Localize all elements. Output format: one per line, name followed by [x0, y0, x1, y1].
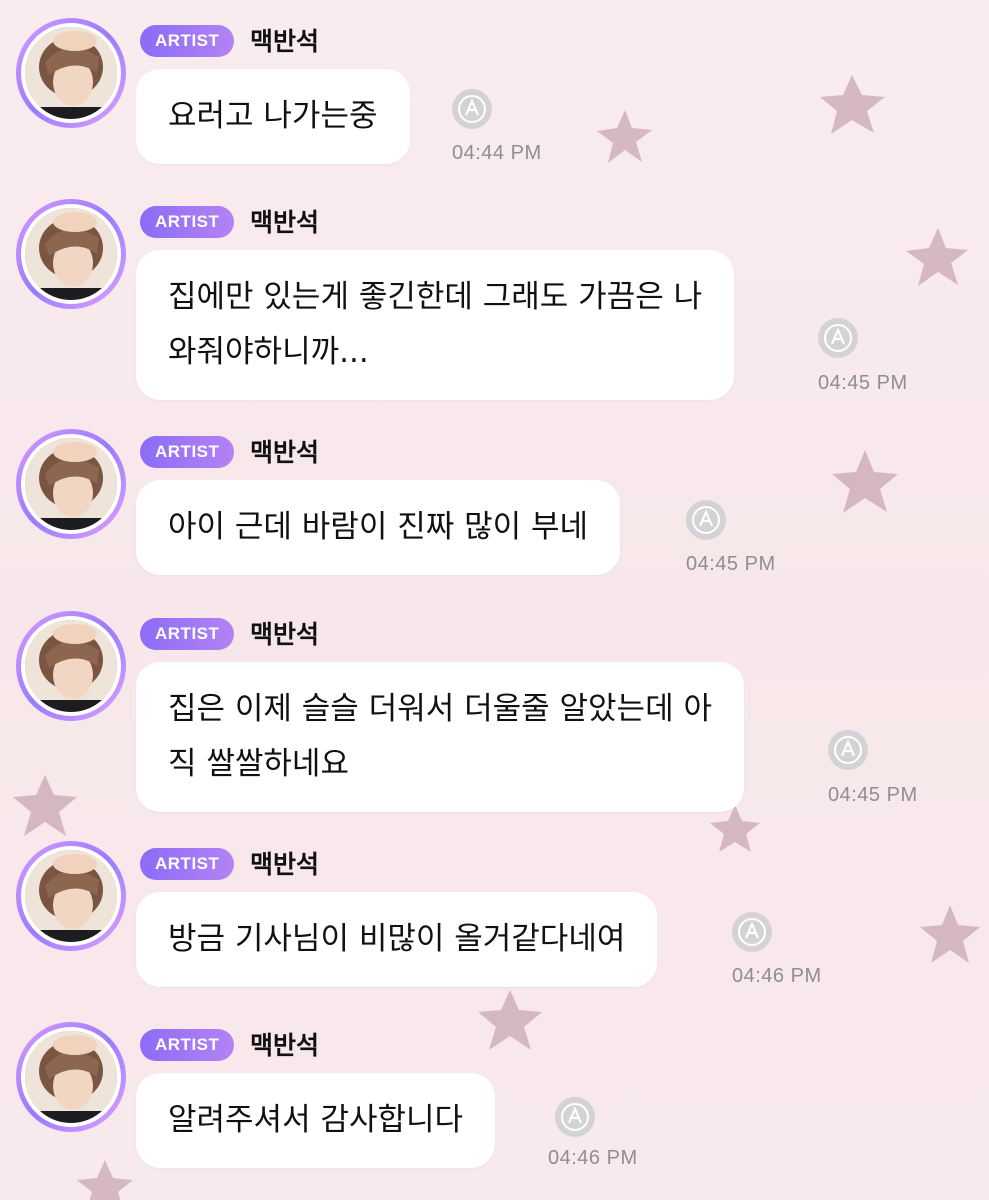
star-decoration	[920, 905, 980, 963]
avatar[interactable]	[16, 199, 126, 309]
message-time: 04:45 PM	[818, 372, 908, 394]
sender-name[interactable]: 맥반석	[250, 845, 319, 881]
avatar[interactable]	[16, 18, 126, 128]
message-time: 04:45 PM	[686, 553, 776, 575]
artist-badge: ARTIST	[140, 1029, 235, 1061]
message-time: 04:46 PM	[548, 1147, 638, 1169]
star-decoration	[906, 228, 968, 286]
star-decoration	[77, 1160, 133, 1200]
sender-name[interactable]: 맥반석	[250, 615, 319, 651]
artist-badge: ARTIST	[140, 436, 235, 468]
message-bubble[interactable]: 알려주셔서 감사합니다	[136, 1073, 496, 1168]
message-time: 04:46 PM	[732, 965, 822, 987]
artist-photo	[25, 27, 117, 119]
star-decoration	[478, 990, 542, 1050]
message-bubble[interactable]: 집에만 있는게 좋긴한데 그래도 가끔은 나 와줘야하니까...	[136, 250, 735, 400]
translate-icon[interactable]	[732, 912, 772, 952]
translate-icon[interactable]	[686, 500, 726, 540]
translate-icon[interactable]	[555, 1097, 595, 1137]
artist-badge: ARTIST	[140, 25, 235, 57]
message-time: 04:44 PM	[452, 142, 542, 164]
artist-badge: ARTIST	[140, 206, 235, 238]
message-bubble[interactable]: 요러고 나가는중	[136, 69, 410, 164]
artist-badge: ARTIST	[140, 848, 235, 880]
artist-photo	[25, 1031, 117, 1123]
translate-icon[interactable]	[452, 89, 492, 129]
message-bubble[interactable]: 아이 근데 바람이 진짜 많이 부네	[136, 480, 621, 575]
star-decoration	[710, 805, 760, 852]
sender-name[interactable]: 맥반석	[250, 433, 319, 469]
avatar[interactable]	[16, 611, 126, 721]
message-time: 04:45 PM	[828, 784, 918, 806]
avatar[interactable]	[16, 1022, 126, 1132]
sender-name[interactable]: 맥반석	[250, 203, 319, 239]
star-decoration	[820, 75, 885, 134]
background-stars	[13, 75, 980, 1200]
message-bubble[interactable]: 집은 이제 슬슬 더워서 더울줄 알았는데 아 직 쌀쌀하네요	[136, 662, 744, 812]
translate-icon[interactable]	[818, 318, 858, 358]
sender-name[interactable]: 맥반석	[250, 22, 319, 58]
message-bubble[interactable]: 방금 기사님이 비많이 올거같다네여	[136, 892, 658, 987]
star-decoration	[13, 775, 77, 836]
artist-photo	[25, 208, 117, 300]
avatar[interactable]	[16, 841, 126, 951]
avatar[interactable]	[16, 429, 126, 539]
artist-photo	[25, 438, 117, 530]
artist-photo	[25, 620, 117, 712]
artist-photo	[25, 850, 117, 942]
star-decoration	[832, 450, 898, 513]
translate-icon[interactable]	[828, 730, 868, 770]
star-decoration	[597, 110, 652, 163]
sender-name[interactable]: 맥반석	[250, 1026, 319, 1062]
artist-badge: ARTIST	[140, 618, 235, 650]
